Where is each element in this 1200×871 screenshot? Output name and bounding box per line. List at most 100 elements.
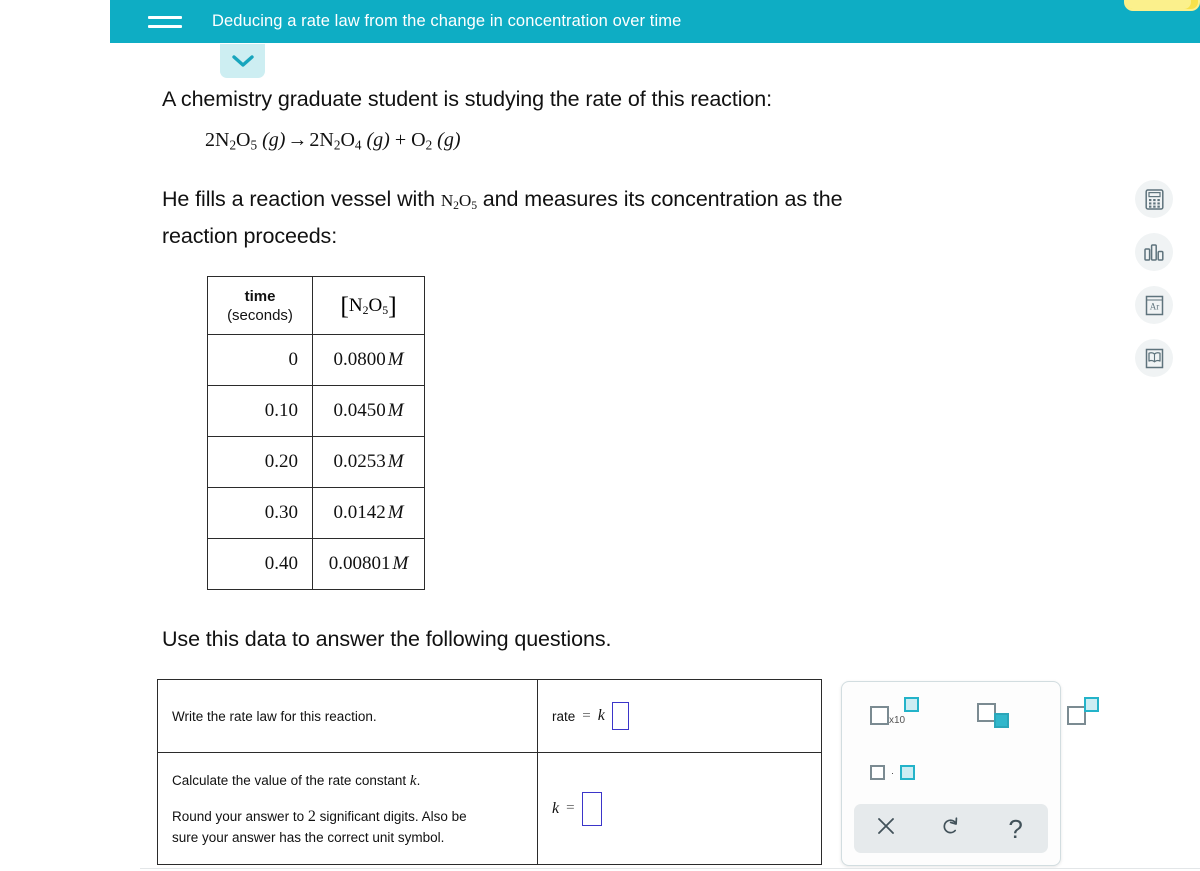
progress-bar <box>1124 0 1200 11</box>
cell-concentration-value: 0.00801 <box>328 553 391 574</box>
column-header-time-label: time <box>244 287 276 305</box>
app-header: Deducing a rate law from the change in c… <box>110 0 1200 43</box>
exponent-square-icon <box>904 697 920 712</box>
equals-sign: = <box>582 707 591 724</box>
rate-constant-input[interactable] <box>581 791 602 826</box>
cell-time: 0.10 <box>207 385 313 437</box>
table-body: 0 0.0800 M 0.10 0.0450 M 0.20 0.0253 M 0.30… <box>207 334 425 590</box>
hamburger-bar <box>148 24 182 28</box>
k-symbol: k <box>409 772 417 789</box>
placeholder-square-icon <box>870 706 889 725</box>
question-2-text-a: Calculate the value of the rate constant <box>172 772 410 788</box>
calculator-icon[interactable] <box>1135 180 1173 218</box>
cell-concentration-value: 0.0800 <box>333 349 386 370</box>
table-row: 0 0.0800 M <box>207 334 425 386</box>
intro-line-2: He fills a reaction vessel with N2O5 and… <box>162 184 1122 252</box>
column-header-concentration: [N2O5] <box>312 276 425 335</box>
intro-line-2-b: and measures its concentration as the <box>476 187 843 211</box>
table-row: 0.10 0.0450 M <box>207 385 425 437</box>
periodic-table-icon[interactable]: Ar <box>1135 286 1173 324</box>
cell-concentration-value: 0.0142 <box>333 502 386 523</box>
scientific-notation-label: x10 <box>889 715 906 726</box>
undo-button[interactable] <box>928 809 974 849</box>
column-header-time: time (seconds) <box>207 276 313 335</box>
rate-label: rate <box>552 708 576 724</box>
hamburger-bar <box>148 15 182 19</box>
question-2-line-1: Calculate the value of the rate constant… <box>172 770 523 792</box>
k-symbol: k <box>552 799 560 817</box>
cell-concentration-value: 0.0450 <box>333 400 386 421</box>
concentration-data-table: time (seconds) [N2O5] 0 0.0800 M 0.10 0.0… <box>207 276 425 590</box>
subscript-square-icon <box>994 713 1010 728</box>
cell-concentration-value: 0.0253 <box>333 451 386 472</box>
question-2-text-c: significant digits. Also be <box>315 808 467 824</box>
clear-button[interactable] <box>863 809 909 849</box>
placeholder-square-icon <box>870 765 885 780</box>
cell-time: 0 <box>207 334 313 386</box>
table-row: 0.20 0.0253 M <box>207 436 425 488</box>
reference-book-icon[interactable] <box>1135 339 1173 377</box>
collapse-tab[interactable] <box>220 44 265 78</box>
question-2-line-3: sure your answer has the correct unit sy… <box>172 829 445 845</box>
use-data-instruction: Use this data to answer the following qu… <box>162 627 612 651</box>
operand-square-icon <box>900 765 915 780</box>
bottom-divider <box>140 868 1200 869</box>
cell-time: 0.30 <box>207 487 313 539</box>
tool-rail: Ar <box>1135 180 1179 392</box>
table-row: 0.30 0.0142 M <box>207 487 425 539</box>
scientific-notation-button[interactable]: x10 <box>864 697 925 726</box>
progress-bar-fill <box>1126 0 1191 9</box>
question-mark-icon: ? <box>1008 813 1023 844</box>
question-2-text-b: Round your answer to <box>172 808 308 824</box>
question-2-period: . <box>416 772 421 788</box>
multiplication-dot-button[interactable]: · <box>864 764 921 781</box>
superscript-square-icon <box>1084 697 1100 712</box>
page-title: Deducing a rate law from the change in c… <box>212 12 682 30</box>
intro-line-1: A chemistry graduate student is studying… <box>162 87 772 111</box>
cell-concentration: 0.0450 M <box>312 385 425 437</box>
question-row-1: Write the rate law for this reaction. ra… <box>157 679 822 753</box>
superscript-button[interactable] <box>1061 697 1105 726</box>
intro-line-2-a: He fills a reaction vessel with <box>162 187 441 211</box>
question-1-prompt: Write the rate law for this reaction. <box>157 679 538 753</box>
cell-concentration: 0.0800 M <box>312 334 425 386</box>
cell-concentration: 0.0253 M <box>312 436 425 488</box>
sig-digits-count: 2 <box>307 807 316 825</box>
cell-concentration-unit: M <box>392 553 409 574</box>
questions-table: Write the rate law for this reaction. ra… <box>157 679 822 865</box>
close-icon <box>876 816 896 841</box>
question-2-answer-cell[interactable]: k = <box>537 752 822 865</box>
cell-time: 0.20 <box>207 436 313 488</box>
cell-concentration: 0.0142 M <box>312 487 425 539</box>
rate-law-input[interactable] <box>611 702 629 730</box>
table-header-row: time (seconds) [N2O5] <box>207 276 425 335</box>
bar-chart-icon[interactable] <box>1135 233 1173 271</box>
reaction-equation: 2N2O5 (g) → 2N2O4 (g) + O2 (g) <box>205 129 461 153</box>
table-row: 0.40 0.00801 M <box>207 538 425 590</box>
equals-sign: = <box>566 800 575 816</box>
subscript-button[interactable] <box>971 702 1015 729</box>
column-header-time-units: (seconds) <box>227 306 293 324</box>
undo-icon <box>940 815 962 842</box>
k-symbol: k <box>597 707 605 724</box>
cell-concentration-unit: M <box>387 451 404 472</box>
page-root: Deducing a rate law from the change in c… <box>0 0 1200 871</box>
hamburger-icon[interactable] <box>148 9 182 35</box>
help-button[interactable]: ? <box>993 809 1039 849</box>
cell-concentration-unit: M <box>387 400 404 421</box>
question-row-2: Calculate the value of the rate constant… <box>157 752 822 865</box>
question-2-line-2: Round your answer to 2 significant digit… <box>172 806 523 827</box>
multiplication-dot-glyph: · <box>891 767 894 778</box>
cell-time: 0.40 <box>207 538 313 590</box>
math-keypad-panel: x10 · ? <box>841 681 1100 866</box>
species-n2o5: N2O5 <box>440 191 477 212</box>
cell-concentration-unit: M <box>387 502 404 523</box>
keypad-action-bar: ? <box>854 804 1048 853</box>
chevron-down-icon <box>231 54 254 68</box>
intro-line-3: reaction proceeds: <box>162 223 338 248</box>
question-2-prompt: Calculate the value of the rate constant… <box>157 752 538 865</box>
question-1-answer-cell[interactable]: rate = k <box>537 679 822 753</box>
cell-concentration-unit: M <box>387 349 404 370</box>
svg-text:Ar: Ar <box>1149 301 1159 311</box>
cell-concentration: 0.00801 M <box>312 538 425 590</box>
